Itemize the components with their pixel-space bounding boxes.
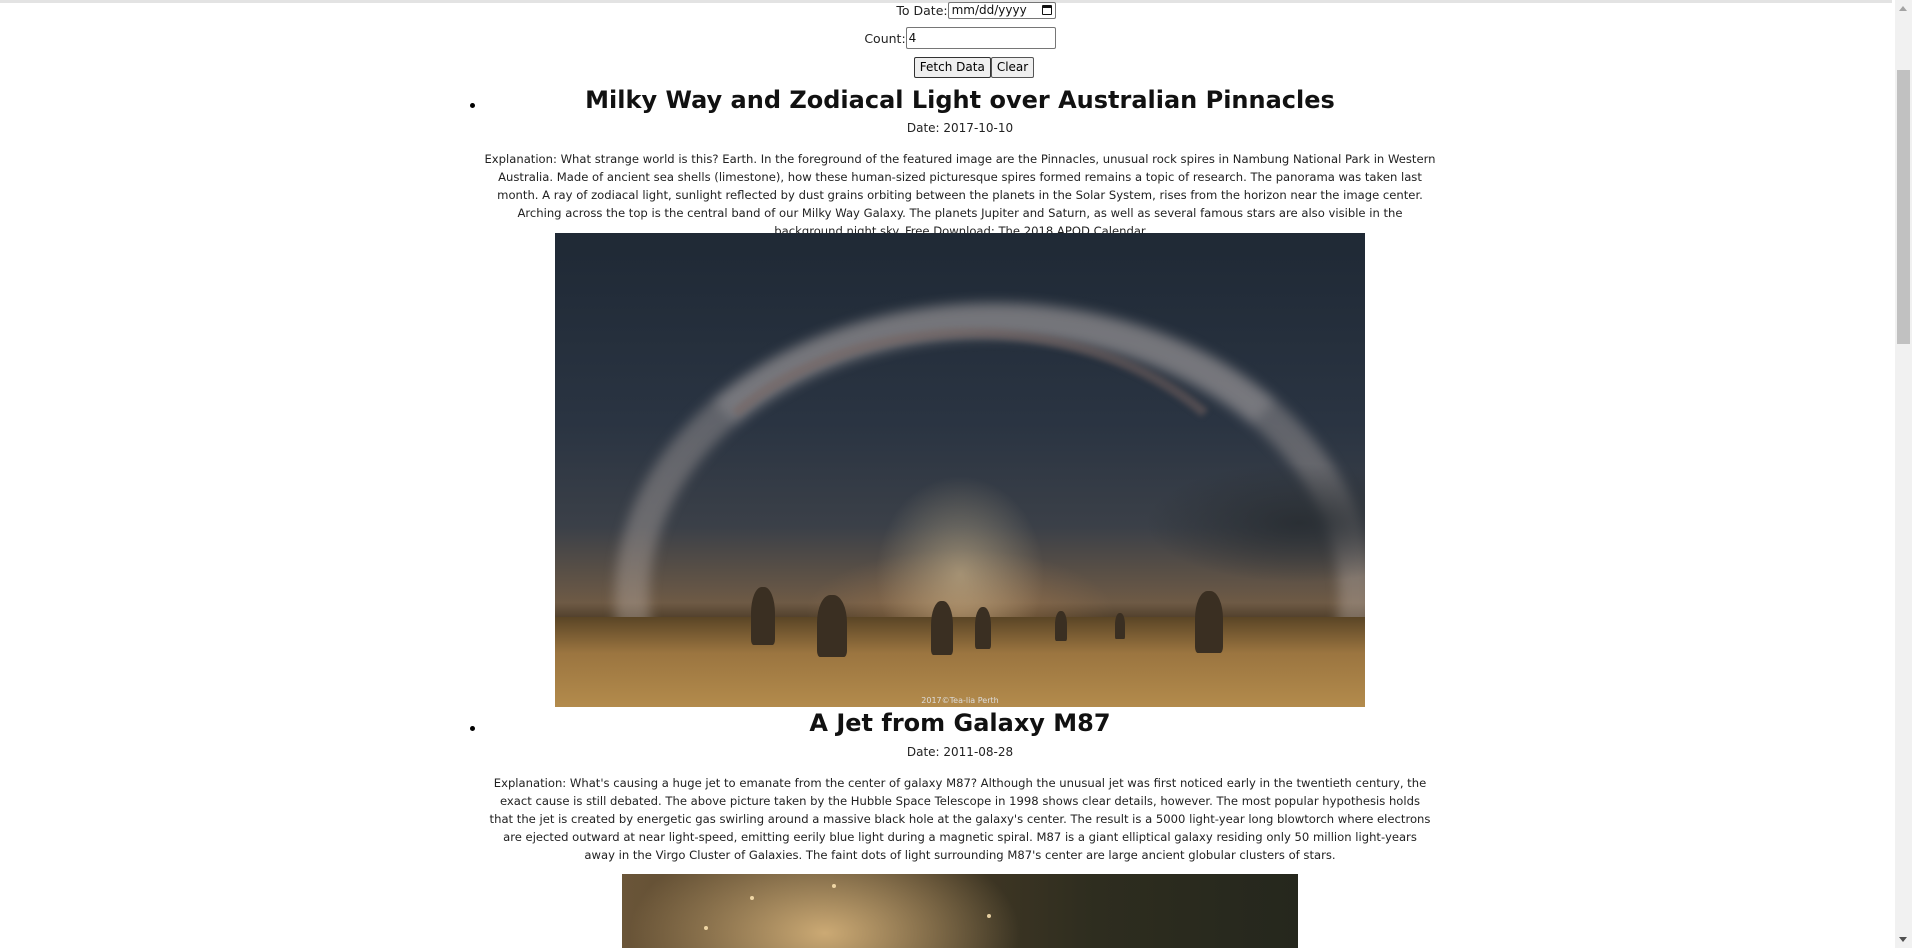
- clear-button[interactable]: Clear: [990, 56, 1035, 78]
- count-row: Count: 4: [0, 27, 1906, 49]
- to-date-input[interactable]: mm/dd/yyyy: [947, 1, 1056, 19]
- pinnacle-rock: [975, 607, 991, 649]
- count-value: 4: [908, 31, 917, 45]
- scroll-up-icon[interactable]: [1899, 6, 1907, 11]
- image-credit: 2017©Tea-lia Perth: [921, 696, 999, 705]
- item-title: A Jet from Galaxy M87: [809, 709, 1111, 737]
- globular-cluster-dot: [750, 896, 754, 900]
- clouds: [1145, 463, 1365, 583]
- to-date-placeholder: mm/dd/yyyy: [951, 3, 1027, 17]
- button-row: Fetch Data Clear: [0, 56, 1912, 78]
- item-title: Milky Way and Zodiacal Light over Austra…: [585, 86, 1335, 114]
- globular-cluster-dot: [704, 926, 708, 930]
- count-label: Count:: [864, 30, 906, 46]
- fetch-data-button[interactable]: Fetch Data: [913, 56, 991, 78]
- globular-cluster-dot: [832, 884, 836, 888]
- milky-way-image: 2017©Tea-lia Perth: [555, 233, 1365, 707]
- pinnacle-rock: [1115, 613, 1125, 639]
- item-date: Date: 2011-08-28: [906, 745, 1014, 759]
- scroll-thumb[interactable]: [1897, 70, 1910, 344]
- apod-page: To Date: mm/dd/yyyy Count: 4 Fetch Data …: [0, 0, 1912, 948]
- count-input[interactable]: 4: [905, 27, 1056, 49]
- galaxy-m87-image: [622, 874, 1298, 948]
- pinnacle-rock: [931, 601, 953, 655]
- pinnacle-rock: [751, 587, 775, 645]
- globular-cluster-dot: [987, 914, 991, 918]
- to-date-label: To Date:: [896, 2, 948, 18]
- item-explanation: Explanation: What strange world is this?…: [484, 152, 1436, 238]
- desert-ground: [555, 617, 1365, 707]
- to-date-row: To Date: mm/dd/yyyy: [0, 1, 1912, 19]
- item-date: Date: 2017-10-10: [906, 121, 1014, 135]
- vertical-scrollbar[interactable]: [1895, 0, 1912, 948]
- pinnacle-rock: [817, 595, 847, 657]
- pinnacle-rock: [1195, 591, 1223, 653]
- scroll-down-icon[interactable]: [1899, 937, 1907, 942]
- pinnacle-rock: [1055, 611, 1067, 641]
- item-explanation: Explanation: What's causing a huge jet t…: [489, 776, 1431, 862]
- calendar-icon[interactable]: [1041, 5, 1052, 15]
